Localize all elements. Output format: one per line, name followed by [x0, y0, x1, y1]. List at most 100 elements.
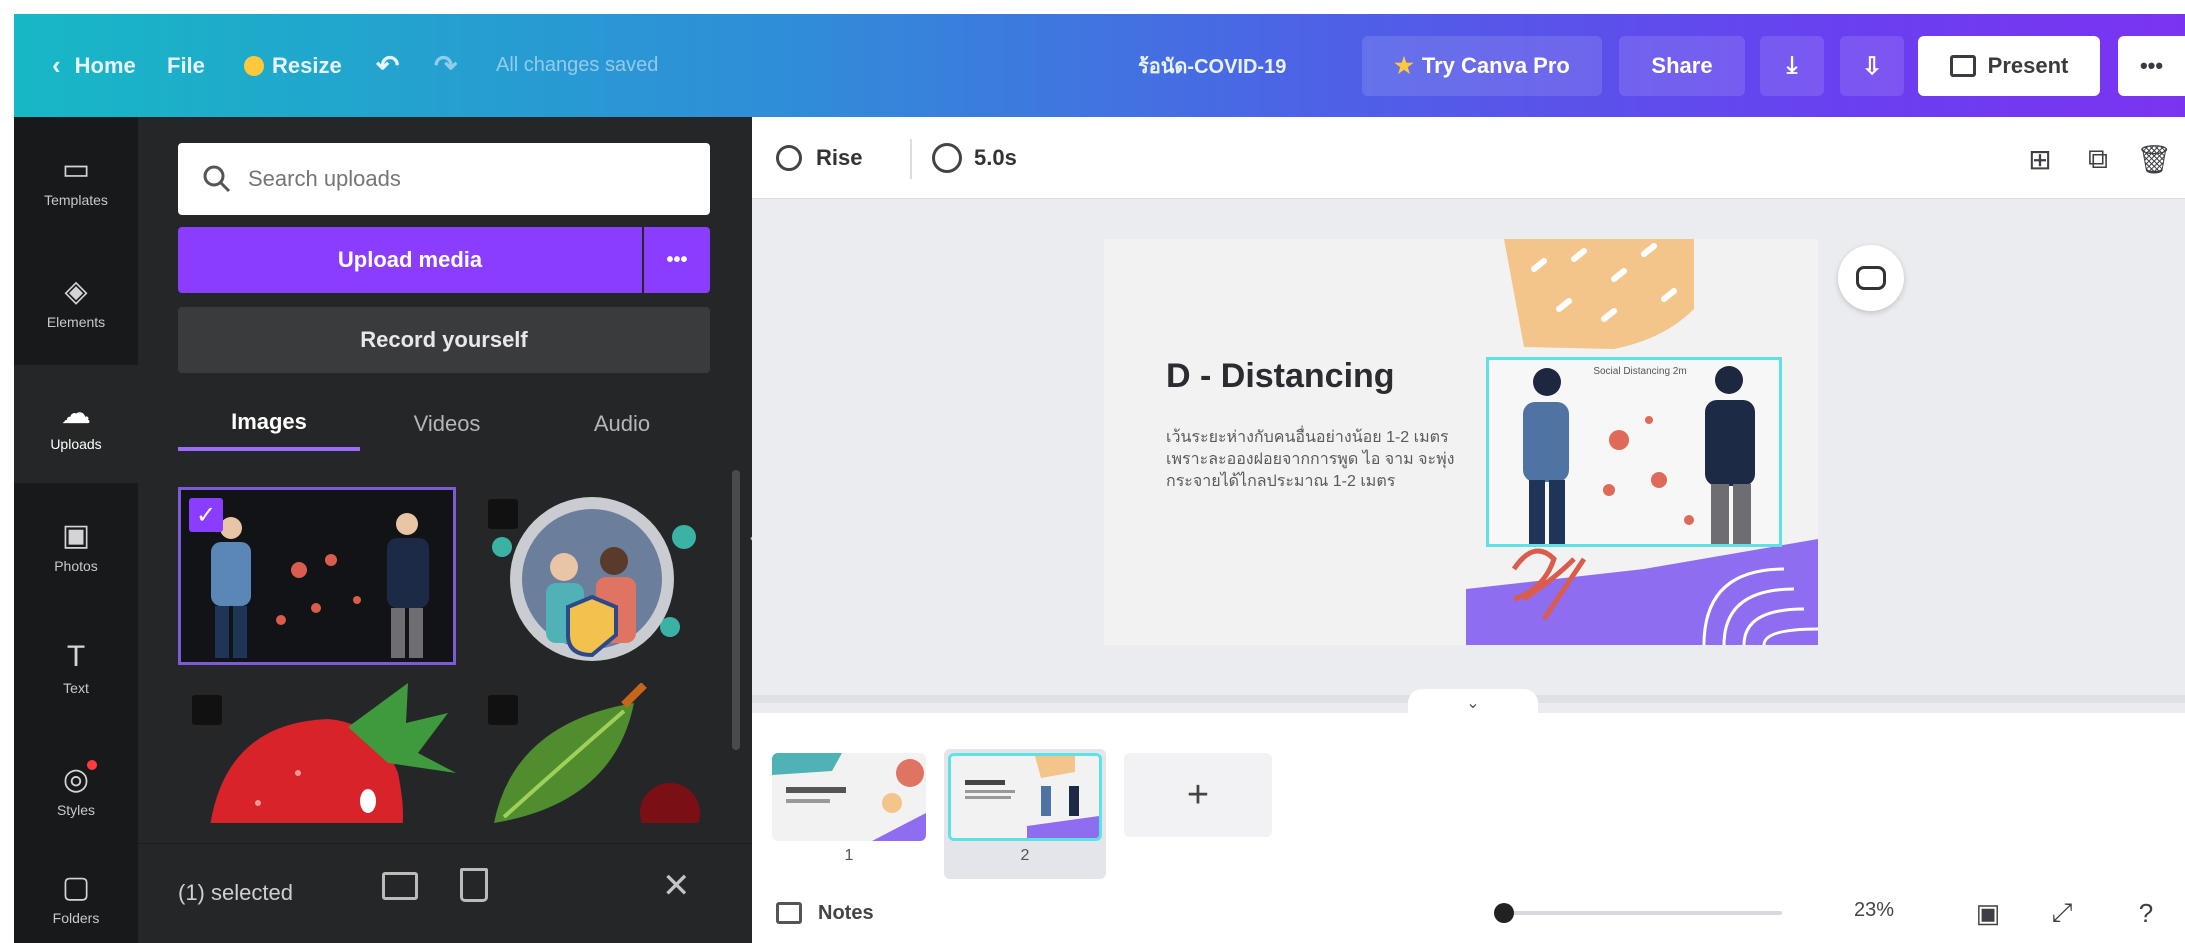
selection-bar: (1) selected ✕ [138, 843, 752, 943]
folder-icon[interactable] [382, 872, 418, 900]
page-number: 2 [1020, 847, 1030, 864]
rail-item-elements[interactable]: ◈ Elements [14, 243, 138, 361]
upload-thumbnail[interactable]: ✓ [178, 487, 456, 665]
delete-page-icon[interactable]: 🗑 [2134, 139, 2174, 179]
rail-item-styles[interactable]: ◎ Styles [14, 731, 138, 849]
image-caption: Social Distancing 2m [1593, 366, 1687, 377]
rail-item-folders[interactable]: ▢ Folders [14, 853, 138, 943]
fullscreen-icon[interactable]: ⤢ [2042, 893, 2082, 933]
thumbnail-checkbox[interactable] [192, 695, 222, 725]
try-pro-button[interactable]: ★ Try Canva Pro [1362, 36, 1602, 96]
styles-icon: ◎ [59, 760, 97, 796]
rail-item-label: Elements [46, 314, 106, 330]
editor-toolbar: Rise 5.0s ⊞ ⧉ 🗑 [752, 117, 2185, 199]
grid-view-icon[interactable]: ▣ [1968, 893, 2008, 933]
duration-label: 5.0s [974, 145, 1017, 170]
zoom-slider-handle[interactable] [1494, 903, 1514, 923]
redo-icon[interactable]: ↷ [434, 14, 457, 117]
help-icon[interactable]: ? [2126, 893, 2166, 933]
comment-icon [1856, 266, 1886, 290]
record-label: Record yourself [360, 327, 528, 352]
document-title[interactable]: ร้อนัด-COVID-19 [1138, 14, 1286, 117]
rail-item-photos[interactable]: ▣ Photos [14, 487, 138, 605]
present-icon [1949, 55, 1976, 77]
templates-icon: ▭ [61, 152, 91, 186]
upload-media-label: Upload media [337, 247, 483, 272]
tab-images[interactable]: Images [178, 397, 360, 451]
upload-thumbnail[interactable] [474, 683, 710, 823]
notification-dot [87, 760, 97, 770]
thumbnail-checkbox[interactable] [488, 695, 518, 725]
record-yourself-button[interactable]: Record yourself [178, 307, 710, 373]
page-strip: 1 2 + Notes 23% ▣ ⤢ ? [752, 713, 2185, 943]
crown-icon [244, 55, 264, 76]
slide-title[interactable]: D - Distancing [1166, 357, 1395, 396]
comment-button[interactable] [1838, 245, 1904, 311]
slide-body[interactable]: เว้นระยะห่างกับคนอื่นอย่างน้อย 1-2 เมตร … [1166, 427, 1486, 493]
upload-thumbnail[interactable] [474, 487, 710, 665]
elements-icon: ◈ [64, 274, 88, 308]
duplicate-page-icon[interactable]: ⧉ [2078, 139, 2118, 179]
page-thumbnail-2[interactable] [948, 753, 1102, 841]
notes-label: Notes [818, 901, 874, 924]
resize-button[interactable]: Resize [244, 14, 342, 117]
chevron-left-icon: ‹ [52, 50, 61, 80]
animate-button[interactable]: Rise [776, 135, 862, 181]
search-input[interactable] [248, 166, 688, 192]
notes-icon [776, 902, 802, 924]
rail-item-text[interactable]: T Text [14, 609, 138, 727]
file-menu-button[interactable]: File [167, 14, 205, 117]
add-page-icon[interactable]: ⊞ [2020, 139, 2060, 179]
present-button[interactable]: Present [1918, 36, 2100, 96]
slide-canvas[interactable]: D - Distancing เว้นระยะห่างกับคนอื่นอย่า… [1104, 239, 1818, 645]
upload-options-button[interactable]: ••• [644, 227, 710, 293]
publish-icon[interactable]: ⇩ [1840, 36, 1904, 96]
present-label: Present [1987, 53, 2069, 78]
zoom-level[interactable]: 23% [1854, 899, 1894, 922]
home-button[interactable]: ‹ Home [52, 14, 136, 117]
rail-item-label: Uploads [50, 436, 102, 452]
animation-icon [776, 145, 802, 171]
selected-image[interactable]: Social Distancing 2m [1486, 357, 1782, 547]
home-label: Home [74, 52, 136, 78]
resize-label: Resize [272, 52, 342, 78]
uploads-icon: ☁ [61, 396, 91, 430]
uploads-panel: Upload media ••• Record yourself Images … [138, 117, 752, 943]
rail-item-label: Templates [44, 192, 108, 208]
page-thumbnail-1[interactable] [772, 753, 926, 841]
save-status: All changes saved [496, 54, 659, 76]
search-icon [203, 165, 231, 193]
selected-checkbox[interactable]: ✓ [189, 498, 223, 532]
folders-icon: ▢ [61, 870, 91, 904]
rail-item-label: Folders [52, 910, 100, 926]
toolbar-divider [910, 139, 912, 179]
download-icon[interactable]: ⤓ [1760, 36, 1824, 96]
undo-icon[interactable]: ↶ [376, 14, 399, 117]
close-icon[interactable]: ✕ [662, 866, 691, 906]
more-button[interactable]: ••• [2118, 36, 2185, 96]
upload-thumbnail[interactable] [178, 683, 456, 823]
share-button[interactable]: Share [1619, 36, 1745, 96]
rail-item-templates[interactable]: ▭ Templates [14, 121, 138, 239]
rail-item-label: Styles [56, 802, 96, 818]
trash-icon[interactable] [460, 868, 488, 902]
social-distancing-illustration [1523, 366, 1755, 544]
search-box[interactable] [178, 143, 710, 215]
timing-button[interactable]: 5.0s [932, 135, 1017, 181]
panel-scrollbar[interactable] [732, 470, 740, 750]
rail-item-uploads[interactable]: ☁ Uploads [14, 365, 138, 483]
selected-count: (1) selected [178, 880, 293, 905]
try-pro-label: Try Canva Pro [1421, 53, 1570, 78]
notes-button[interactable]: Notes [776, 893, 874, 933]
upload-media-button[interactable]: Upload media [178, 227, 642, 293]
clock-icon [932, 143, 962, 173]
star-icon: ★ [1394, 53, 1414, 78]
thumbnail-checkbox[interactable] [488, 499, 518, 529]
rail-item-label: Photos [54, 558, 98, 574]
text-icon: T [66, 640, 86, 673]
tab-videos[interactable]: Videos [360, 397, 534, 451]
add-page-button[interactable]: + [1124, 753, 1272, 837]
zoom-slider[interactable] [1494, 903, 1782, 923]
tab-audio[interactable]: Audio [534, 397, 710, 451]
rail-item-label: Text [63, 680, 89, 696]
